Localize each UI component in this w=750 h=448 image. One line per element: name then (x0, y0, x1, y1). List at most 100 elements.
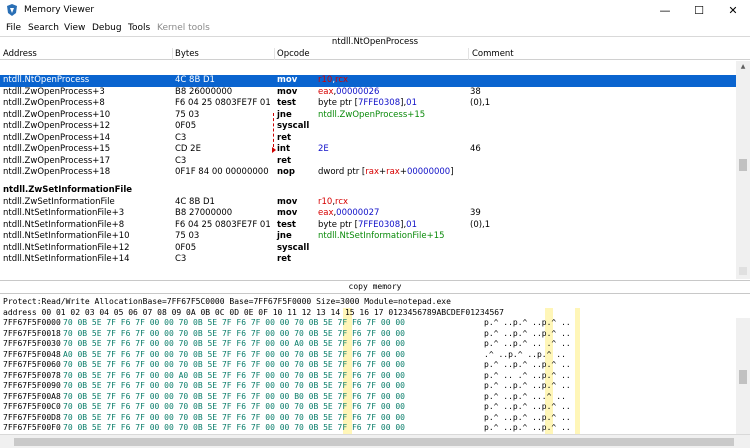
instruction-opcode: syscall (277, 242, 310, 253)
instruction-bytes: C3 (175, 254, 187, 264)
disasm-row[interactable]: ntdll.ZwOpenProcess+8 F6 04 25 0803FE7F 0… (0, 98, 736, 110)
hex-row-bytes: 70 0B 5E 7F F6 7F 00 00 70 0B 5E 7F F6 7… (63, 328, 405, 338)
instruction-comment: 38 (470, 86, 481, 97)
function-header-row[interactable]: ntdll.ZwSetInformationFile (0, 182, 736, 197)
instruction-address: ntdll.NtSetInformationFile+10 (3, 231, 130, 241)
hex-row[interactable]: 7FF67F5F00D8 70 0B 5E 7F F6 7F 00 00 70 0… (0, 413, 736, 424)
operand-token: eax (318, 86, 334, 97)
instruction-operands: dword ptr [rax+rax+00000000] (318, 167, 454, 179)
instruction-operands: byte ptr [7FFE0308],01 (318, 98, 417, 110)
column-address[interactable]: Address (3, 49, 37, 59)
instruction-comment: 46 (470, 144, 481, 154)
disasm-row[interactable]: ntdll.ZwOpenProcess+12 0F05 syscall (0, 121, 736, 133)
instruction-bytes: 75 03 (175, 109, 200, 120)
hex-row-address: 7FF67F5F00A8 (3, 391, 61, 401)
scrollbar-thumb[interactable] (739, 159, 747, 171)
disasm-row[interactable]: ntdll.NtSetInformationFile+12 0F05 syscall (0, 243, 736, 255)
hex-view[interactable]: Protect:Read/Write AllocationBase=7FF67F… (0, 294, 750, 434)
instruction-opcode: mov (277, 208, 298, 218)
disassembly-rows[interactable]: ntdll.NtOpenProcess ntdll.NtOpenProcess 4C… (0, 61, 736, 279)
menu-tools[interactable]: Tools (128, 23, 150, 33)
disasm-row[interactable]: ntdll.NtOpenProcess 4C 8B D1 mov r10,rcx (0, 75, 736, 87)
menu-bar: File Search View Debug Tools Kernel tool… (0, 22, 750, 36)
instruction-bytes: B8 26000000 (175, 86, 233, 97)
current-function-label: ntdll.NtOpenProcess (331, 37, 419, 47)
disasm-row[interactable]: ntdll.ZwOpenProcess+17 C3 ret (0, 156, 736, 168)
hex-row[interactable]: 7FF67F5F0090 70 0B 5E 7F F6 7F 00 00 70 0… (0, 381, 736, 392)
close-button[interactable]: ✕ (716, 0, 750, 22)
function-header-row[interactable]: ntdll.NtOpenProcess (0, 61, 736, 75)
operand-token: 00000026 (336, 86, 380, 97)
instruction-opcode: syscall (277, 121, 310, 131)
hex-row[interactable]: 7FF67F5F00C0 70 0B 5E 7F F6 7F 00 00 70 0… (0, 402, 736, 413)
hex-row[interactable]: 7FF67F5F00A8 70 0B 5E 7F F6 7F 00 00 70 0… (0, 392, 736, 403)
horizontal-scrollbar-thumb[interactable] (14, 438, 734, 446)
hex-row[interactable]: 7FF67F5F0018 70 0B 5E 7F F6 7F 00 00 70 0… (0, 329, 736, 340)
menu-file[interactable]: File (6, 23, 21, 33)
disasm-row[interactable]: ntdll.NtSetInformationFile+14 C3 ret (0, 254, 736, 266)
instruction-bytes: 0F05 (175, 242, 197, 253)
operand-token: 2E (318, 144, 329, 154)
operand-token: eax (318, 208, 334, 218)
hex-row[interactable]: 7FF67F5F0078 70 0B 5E 7F F6 7F 00 00 A0 0… (0, 371, 736, 382)
hex-row-ascii: p.^ ..p.^ ..p.^ .. (484, 318, 571, 327)
menu-debug[interactable]: Debug (92, 23, 122, 33)
disasm-row[interactable]: ntdll.ZwOpenProcess+14 C3 ret (0, 133, 736, 145)
memory-region-info: Protect:Read/Write AllocationBase=7FF67F… (3, 297, 451, 306)
instruction-operands: eax,00000026 (318, 87, 379, 99)
instruction-operands: byte ptr [7FFE0308],01 (318, 220, 417, 232)
disasm-row[interactable]: ntdll.NtSetInformationFile+10 75 03 jne ntd… (0, 231, 736, 243)
instruction-address: ntdll.NtSetInformationFile+3 (3, 208, 125, 218)
maximize-button[interactable]: ☐ (682, 0, 716, 22)
operand-token: r10 (318, 75, 333, 85)
disasm-row[interactable]: ntdll.ZwOpenProcess+10 75 03 jne ntdll.ZwOp… (0, 110, 736, 122)
operand-token: 7FFE0308 (357, 98, 401, 108)
instruction-address: ntdll.NtSetInformationFile+12 (3, 242, 130, 253)
disasm-row[interactable]: ntdll.ZwOpenProcess+18 0F1F 84 00 0000000… (0, 167, 736, 179)
instruction-operands: ntdll.ZwOpenProcess+15 (318, 110, 425, 122)
disasm-row[interactable]: ntdll.ZwOpenProcess+15 CD 2E int 2E 46 (0, 144, 736, 156)
menu-search[interactable]: Search (28, 23, 59, 33)
hex-row-address: 7FF67F5F0030 (3, 339, 61, 348)
hex-row[interactable]: 7FF67F5F0000 70 0B 5E 7F F6 7F 00 00 70 0… (0, 318, 736, 329)
operand-token: 00000027 (336, 208, 380, 218)
hex-scrollbar-thumb[interactable] (739, 370, 747, 384)
instruction-opcode: mov (277, 86, 298, 97)
instruction-opcode: test (277, 219, 296, 230)
hex-scrollbar[interactable] (736, 318, 750, 434)
operand-token: rcx (335, 196, 349, 207)
hex-row-address: 7FF67F5F0078 (3, 370, 61, 380)
disasm-row[interactable]: ntdll.ZwSetInformationFile 4C 8B D1 mov r10… (0, 197, 736, 209)
instruction-operands: ntdll.NtSetInformationFile+15 (318, 231, 445, 243)
menu-kernel-tools[interactable]: Kernel tools (157, 23, 210, 33)
horizontal-scrollbar[interactable] (0, 434, 750, 448)
instruction-address: ntdll.NtSetInformationFile+14 (3, 254, 130, 264)
minimize-button[interactable]: — (648, 0, 682, 22)
hex-row[interactable]: 7FF67F5F0048 A0 0B 5E 7F F6 7F 00 00 70 0… (0, 350, 736, 361)
column-bytes[interactable]: Bytes (175, 49, 199, 59)
disasm-row[interactable]: ntdll.ZwOpenProcess+3 B8 26000000 mov eax,0… (0, 87, 736, 99)
hex-row-bytes: 70 0B 5E 7F F6 7F 00 00 70 0B 5E 7F F6 7… (63, 412, 405, 422)
menu-view[interactable]: View (64, 23, 85, 33)
column-comment[interactable]: Comment (472, 49, 514, 59)
hex-row-address: 7FF67F5F00F0 (3, 423, 61, 432)
hex-row[interactable]: 7FF67F5F0030 70 0B 5E 7F F6 7F 00 00 70 0… (0, 339, 736, 350)
disasm-row[interactable]: ntdll.NtSetInformationFile+3 B8 27000000 m… (0, 208, 736, 220)
instruction-opcode: test (277, 98, 296, 108)
disassembler-scrollbar[interactable]: ▲ (736, 61, 750, 279)
hex-row-ascii: p.^ ..p.^ ..p.^ .. (484, 360, 571, 369)
hex-row[interactable]: 7FF67F5F00F0 70 0B 5E 7F F6 7F 00 00 70 0… (0, 423, 736, 434)
hex-row[interactable]: 7FF67F5F0060 70 0B 5E 7F F6 7F 00 00 70 0… (0, 360, 736, 371)
instruction-bytes: 0F1F 84 00 00000000 (175, 167, 269, 177)
copy-memory-bar[interactable]: copy memory (0, 280, 750, 294)
hex-row-ascii: p.^ ..p.^ ..p.^ .. (484, 412, 571, 422)
disasm-row[interactable]: ntdll.NtSetInformationFile+8 F6 04 25 080… (0, 220, 736, 232)
scroll-up-arrow-icon[interactable]: ▲ (736, 61, 750, 72)
column-opcode[interactable]: Opcode (277, 49, 310, 59)
instruction-opcode: int (277, 144, 291, 154)
disassembler-view[interactable]: ntdll.NtOpenProcess Address Bytes Opcode… (0, 36, 750, 280)
instruction-bytes: CD 2E (175, 144, 201, 154)
hex-row-bytes: 70 0B 5E 7F F6 7F 00 00 70 0B 5E 7F F6 7… (63, 381, 405, 390)
hex-rows[interactable]: 7FF67F5F0000 70 0B 5E 7F F6 7F 00 00 70 0… (0, 318, 736, 434)
instruction-address: ntdll.ZwOpenProcess+14 (3, 132, 111, 143)
